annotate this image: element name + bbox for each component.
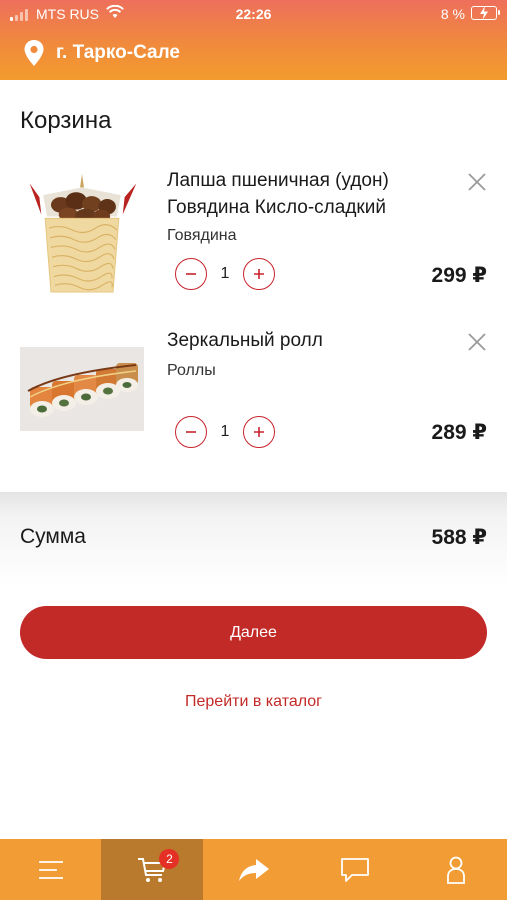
item-name-line: Лапша пшеничная (удон) bbox=[167, 170, 389, 191]
tab-menu[interactable] bbox=[0, 839, 101, 900]
item-name: Зеркальный ролл bbox=[167, 327, 323, 354]
increase-quantity-button[interactable] bbox=[243, 258, 275, 290]
plus-icon bbox=[254, 269, 264, 279]
item-name-line: Зеркальный ролл bbox=[167, 330, 323, 351]
quantity-value: 1 bbox=[220, 423, 230, 440]
next-button[interactable]: Далее bbox=[20, 606, 487, 659]
location-pin-icon bbox=[24, 40, 44, 66]
cart-item: Зеркальный ролл Роллы 1 289 ₽ bbox=[0, 320, 507, 470]
cart-item: Лапша пшеничная (удон) Говядина Кисло-сл… bbox=[0, 160, 507, 310]
noodle-box-image bbox=[29, 173, 137, 293]
battery-percent: 8 % bbox=[440, 6, 465, 22]
tab-profile[interactable] bbox=[406, 839, 507, 900]
bottom-tab-bar: 2 bbox=[0, 839, 507, 900]
menu-icon bbox=[38, 860, 63, 879]
tab-cart[interactable]: 2 bbox=[101, 839, 203, 900]
total-label: Сумма bbox=[20, 525, 86, 548]
share-icon bbox=[238, 858, 269, 881]
quantity-stepper: 1 bbox=[175, 258, 275, 290]
quantity-value: 1 bbox=[220, 265, 230, 282]
app-header: MTS RUS 22:26 8 % г. Тарко-Сале bbox=[0, 0, 507, 80]
tab-chat[interactable] bbox=[304, 839, 405, 900]
item-name-line: Говядина Кисло-сладкий bbox=[167, 197, 386, 218]
plus-icon bbox=[254, 427, 264, 437]
item-name: Лапша пшеничная (удон) Говядина Кисло-сл… bbox=[167, 167, 389, 221]
remove-item-icon[interactable] bbox=[466, 331, 488, 353]
item-price: 299 ₽ bbox=[431, 264, 487, 287]
tab-share[interactable] bbox=[203, 839, 304, 900]
minus-icon bbox=[186, 273, 196, 275]
cart-count-badge: 2 bbox=[159, 849, 180, 869]
quantity-stepper: 1 bbox=[175, 416, 275, 448]
decrease-quantity-button[interactable] bbox=[175, 416, 207, 448]
go-to-catalog-link[interactable]: Перейти в каталог bbox=[0, 693, 507, 711]
increase-quantity-button[interactable] bbox=[243, 416, 275, 448]
chat-icon bbox=[341, 857, 369, 882]
item-price: 289 ₽ bbox=[431, 421, 487, 444]
profile-icon bbox=[447, 856, 466, 884]
page-title: Корзина bbox=[20, 107, 112, 134]
decrease-quantity-button[interactable] bbox=[175, 258, 207, 290]
city-name: г. Тарко-Сале bbox=[56, 42, 180, 63]
minus-icon bbox=[186, 431, 196, 433]
status-bar: MTS RUS 22:26 8 % bbox=[0, 0, 507, 28]
battery-icon bbox=[471, 6, 500, 20]
item-category: Роллы bbox=[167, 362, 216, 379]
item-category: Говядина bbox=[167, 227, 237, 244]
total-value: 588 ₽ bbox=[431, 526, 487, 549]
sushi-rolls-image bbox=[20, 347, 144, 431]
clock: 22:26 bbox=[235, 6, 272, 22]
remove-item-icon[interactable] bbox=[466, 171, 488, 193]
city-selector[interactable]: г. Тарко-Сале bbox=[24, 38, 180, 68]
